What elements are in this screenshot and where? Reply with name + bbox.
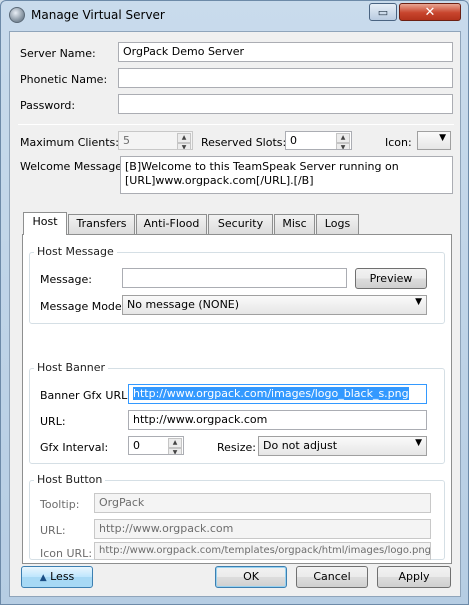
icon-label: Icon: — [385, 136, 412, 149]
triangle-up-icon: ▲ — [39, 573, 47, 583]
less-button-label: Less — [50, 570, 75, 583]
window-restore-icon: ▭ — [377, 5, 389, 19]
tab-security[interactable]: Security — [208, 214, 273, 234]
chevron-down-icon: ▼ — [439, 133, 446, 143]
banner-gfx-url-label: Banner Gfx URL: — [40, 389, 131, 402]
cancel-button[interactable]: Cancel — [296, 566, 368, 588]
host-button-title: Host Button — [34, 473, 106, 486]
less-button[interactable]: ▲ Less — [21, 566, 93, 588]
tooltip-label: Tooltip: — [40, 498, 80, 511]
server-name-input[interactable]: OrgPack Demo Server — [118, 42, 453, 62]
max-clients-spinbox[interactable]: 5 ▲ ▼ — [118, 131, 193, 150]
gfx-interval-spinbox[interactable]: 0 ▲ ▼ — [128, 436, 184, 455]
welcome-message-textarea[interactable]: [B]Welcome to this TeamSpeak Server runn… — [120, 156, 453, 194]
gfx-interval-spin-arrows[interactable]: ▲ ▼ — [168, 438, 182, 454]
welcome-message-label: Welcome Message: — [20, 160, 126, 173]
tab-transfers[interactable]: Transfers — [68, 214, 135, 234]
host-message-input[interactable] — [122, 268, 347, 288]
help-window-button[interactable]: ▭ — [369, 3, 397, 21]
message-mode-value: No message (NONE) — [127, 298, 240, 311]
dialog-body: Server Name: OrgPack Demo Server Phoneti… — [9, 31, 461, 597]
apply-button[interactable]: Apply — [377, 566, 451, 588]
host-message-group: Host Message Message: Preview Message Mo… — [29, 245, 445, 324]
welcome-message-line-2: [URL]www.orgpack.com[/URL].[/B] — [125, 174, 314, 187]
tooltip-input[interactable]: OrgPack — [94, 493, 431, 513]
message-label: Message: — [40, 273, 92, 286]
host-button-group: Host Button Tooltip: OrgPack URL: http:/… — [29, 473, 445, 560]
icon-url-input[interactable]: http://www.orgpack.com/templates/orgpack… — [94, 542, 431, 560]
banner-gfx-url-value: http://www.orgpack.com/images/logo_black… — [133, 387, 409, 400]
tab-logs[interactable]: Logs — [316, 214, 359, 234]
host-tab-panel: Host Message Message: Preview Message Mo… — [22, 234, 452, 564]
chevron-down-icon: ▼ — [415, 297, 422, 307]
phonetic-name-label: Phonetic Name: — [20, 73, 108, 86]
max-clients-spin-arrows[interactable]: ▲ ▼ — [177, 133, 191, 149]
reserved-slots-label: Reserved Slots: — [201, 136, 287, 149]
phonetic-name-input[interactable] — [118, 68, 453, 88]
button-url-label: URL: — [40, 524, 66, 537]
password-label: Password: — [20, 99, 76, 112]
resize-label: Resize: — [217, 441, 256, 454]
tab-anti-flood[interactable]: Anti-Flood — [136, 214, 207, 234]
reserved-slots-value: 0 — [290, 134, 297, 147]
welcome-message-line-1: [B]Welcome to this TeamSpeak Server runn… — [125, 160, 399, 173]
server-name-label: Server Name: — [20, 47, 96, 60]
max-clients-value: 5 — [123, 134, 130, 147]
resize-value: Do not adjust — [263, 439, 338, 452]
ok-button[interactable]: OK — [215, 566, 287, 588]
window-title: Manage Virtual Server — [31, 8, 165, 22]
reserved-slots-spinbox[interactable]: 0 ▲ ▼ — [285, 131, 352, 150]
tab-misc[interactable]: Misc — [274, 214, 315, 234]
gfx-interval-label: Gfx Interval: — [40, 441, 109, 454]
password-input[interactable] — [118, 94, 453, 114]
teamspeak-app-icon — [9, 7, 25, 23]
gfx-interval-value: 0 — [133, 439, 140, 452]
banner-url-label: URL: — [40, 415, 66, 428]
close-icon: ✕ — [424, 4, 436, 20]
chevron-down-icon: ▼ — [415, 438, 422, 448]
reserved-slots-spin-arrows[interactable]: ▲ ▼ — [336, 133, 350, 149]
message-mode-label: Message Mode: — [40, 300, 126, 313]
manage-virtual-server-window: Manage Virtual Server ▭ ✕ Server Name: O… — [0, 0, 469, 605]
icon-url-label: Icon URL: — [40, 547, 93, 560]
banner-url-input[interactable]: http://www.orgpack.com — [128, 410, 427, 430]
max-clients-label: Maximum Clients: — [20, 136, 119, 149]
separator — [18, 124, 454, 125]
title-bar[interactable]: Manage Virtual Server ▭ ✕ — [1, 1, 468, 31]
banner-gfx-url-input[interactable]: http://www.orgpack.com/images/logo_black… — [128, 384, 427, 404]
button-url-input[interactable]: http://www.orgpack.com — [94, 519, 431, 539]
resize-select[interactable]: Do not adjust ▼ — [258, 436, 427, 456]
host-banner-group: Host Banner Banner Gfx URL: http://www.o… — [29, 361, 445, 464]
host-message-title: Host Message — [34, 245, 117, 258]
icon-select[interactable]: ▼ — [417, 131, 451, 150]
preview-button[interactable]: Preview — [355, 268, 427, 289]
tab-host[interactable]: Host — [23, 212, 67, 235]
close-window-button[interactable]: ✕ — [399, 3, 461, 21]
message-mode-select[interactable]: No message (NONE) ▼ — [122, 295, 427, 315]
host-banner-title: Host Banner — [34, 361, 109, 374]
